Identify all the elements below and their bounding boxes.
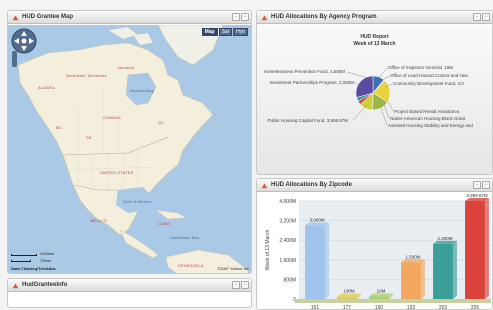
pie-panel-header[interactable]: HUD Allocations By Agency Program - ▫ <box>257 11 492 24</box>
bar-value-label: 100M <box>343 289 355 294</box>
x-tick-label: 193 <box>407 305 416 310</box>
map-label-hudson-bay: Hudson Bay <box>130 88 154 93</box>
panel-title: HUD Allocations By Agency Program <box>271 14 377 20</box>
bar-value-label: 10M <box>377 289 386 294</box>
map-label-mexico: MEXICO <box>90 218 107 223</box>
map-canvas[interactable]: ALASKA Northwest Territories Nunavut CAN… <box>8 25 251 273</box>
maximize-button[interactable]: ▫ <box>241 13 249 21</box>
pie-label: Office of Lead Hazard Control and Hea <box>390 73 468 78</box>
minimize-button[interactable]: - <box>473 13 481 21</box>
pie-label: Office of Inspector General, 15M <box>388 65 453 70</box>
x-tick-label: 190 <box>375 305 384 310</box>
map-label-united-states: UNITED STATES <box>100 170 134 175</box>
map-type-hyb-button[interactable]: Hyb <box>233 28 248 36</box>
x-tick-label: 205 <box>471 305 480 310</box>
info-panel: HudGranteeInfo - ▫ <box>7 278 252 308</box>
panel-title: HUD Allocations By Zipcode <box>271 182 352 188</box>
bar-side <box>484 198 489 299</box>
maximize-button[interactable]: ▫ <box>241 281 249 289</box>
panel-title: HudGranteeInfo <box>22 282 68 288</box>
chart-floor <box>295 299 491 303</box>
bar-top <box>433 240 457 244</box>
map-attribution: Data ©Navteq/TeleAtlas <box>11 266 56 271</box>
panel-title: HUD Grantee Map <box>22 14 74 20</box>
map-label-bc: BC <box>56 125 62 130</box>
bar-side <box>452 240 457 299</box>
x-tick-label: 203 <box>439 305 448 310</box>
pie-label: Assisted Housing Stability and Energy an… <box>388 123 473 128</box>
map-land <box>17 25 249 273</box>
pie-panel: HUD Allocations By Agency Program - ▫ HU… <box>256 10 493 175</box>
panel-icon <box>12 14 19 20</box>
scale-bar-mi <box>11 260 31 262</box>
panel-icon <box>261 182 268 188</box>
bar-top <box>465 198 489 202</box>
bar-top <box>401 259 425 263</box>
y-tick-label: 800M <box>283 277 296 283</box>
map-label-canada: CANADA <box>103 115 121 120</box>
scale-mi: 750mi <box>40 258 51 263</box>
minimize-button[interactable]: - <box>473 181 481 189</box>
zoom-slider[interactable] <box>12 51 17 67</box>
panel-icon <box>12 282 19 288</box>
bar-value-label: 2,250M <box>437 236 452 241</box>
map-label-venezuela: VENEZUELA <box>178 263 204 268</box>
scale-km: 1000km <box>40 251 55 256</box>
map-label-nunavut: Nunavut <box>118 65 135 70</box>
map-label-nwt: Northwest Territories <box>66 73 107 78</box>
map-panel: HUD Grantee Map - ▫ ALASKA Northwest Ter… <box>7 10 252 274</box>
pie-label: Native American Housing Block Grant <box>390 116 466 121</box>
x-tick-label: 177 <box>343 305 352 310</box>
minimize-button[interactable]: - <box>232 281 240 289</box>
pie-label: Community Development Fund, 3,0 <box>393 81 464 86</box>
y-tick-label: 3,200M <box>279 219 296 225</box>
bar-value-label: 3,999.97M <box>466 193 488 198</box>
pie-label: Homelessness Prevention Fund, 1,500M <box>263 69 345 74</box>
bar[interactable] <box>401 262 421 299</box>
dashboard: HUD Grantee Map - ▫ ALASKA Northwest Ter… <box>0 0 493 310</box>
x-tick-label: 161 <box>311 305 320 310</box>
panel-icon <box>261 14 268 20</box>
map-label-sk: SK <box>86 135 92 140</box>
map-panel-header[interactable]: HUD Grantee Map - ▫ <box>8 11 251 24</box>
maximize-button[interactable]: ▫ <box>482 181 490 189</box>
map-type-sat-button[interactable]: Sat <box>218 28 233 36</box>
bar-side <box>420 259 425 299</box>
y-tick-label: 4,000M <box>279 199 296 205</box>
pie-label: Public Housing Capital Fund, 3,998.97M <box>267 118 348 123</box>
scale-bar-km <box>11 254 37 256</box>
bar[interactable] <box>433 243 453 299</box>
map-type-map-button[interactable]: Map <box>201 28 218 36</box>
pie-label: Project Based Rental Assistance, <box>394 109 461 114</box>
bar-top <box>369 293 393 297</box>
bar[interactable] <box>305 225 325 300</box>
bar[interactable] <box>337 296 357 299</box>
bar-top <box>305 222 329 226</box>
y-axis-label: Week of 13 March <box>265 230 271 271</box>
pie-chart <box>346 67 394 126</box>
bar[interactable] <box>369 296 389 299</box>
y-tick-label: 2,400M <box>279 238 296 244</box>
y-tick-label: 1,600M <box>279 258 296 264</box>
map-label-qc: QC <box>158 120 165 125</box>
bar-chart: 0800M1,600M2,400M3,200M4,000MWeek of 13 … <box>265 193 491 310</box>
bar[interactable] <box>465 201 485 299</box>
map-label-cuba: CUBA <box>158 221 170 226</box>
map-label-caribbean: Caribbean Sea <box>170 235 200 240</box>
minimize-button[interactable]: - <box>232 13 240 21</box>
bar-value-label: 3,000M <box>309 218 324 223</box>
info-panel-header[interactable]: HudGranteeInfo - ▫ <box>8 279 251 292</box>
map-copyright: ©2007 Yahoo! Inc <box>217 266 249 271</box>
bar-side <box>324 222 329 299</box>
maximize-button[interactable]: ▫ <box>482 13 490 21</box>
map-label-alaska: ALASKA <box>38 85 55 90</box>
bar-top <box>337 293 361 297</box>
pie-chart-area: HUD Report Week of 13 March Homelessness… <box>257 25 492 174</box>
bar-panel-header[interactable]: HUD Allocations By Zipcode - ▫ <box>257 179 492 192</box>
map-label-gulf: Gulf of Mexico <box>123 199 152 204</box>
bar-panel: HUD Allocations By Zipcode - ▫ 0 800M 1,60… <box>256 178 493 310</box>
bar-value-label: 1,500M <box>405 254 420 259</box>
pie-label: Investment Partnerships Program, 2,250M <box>269 80 354 85</box>
bar-chart-area: 0 800M 1,600M 2,400M 3,200M 4,000M Week of 13 … <box>257 193 492 309</box>
